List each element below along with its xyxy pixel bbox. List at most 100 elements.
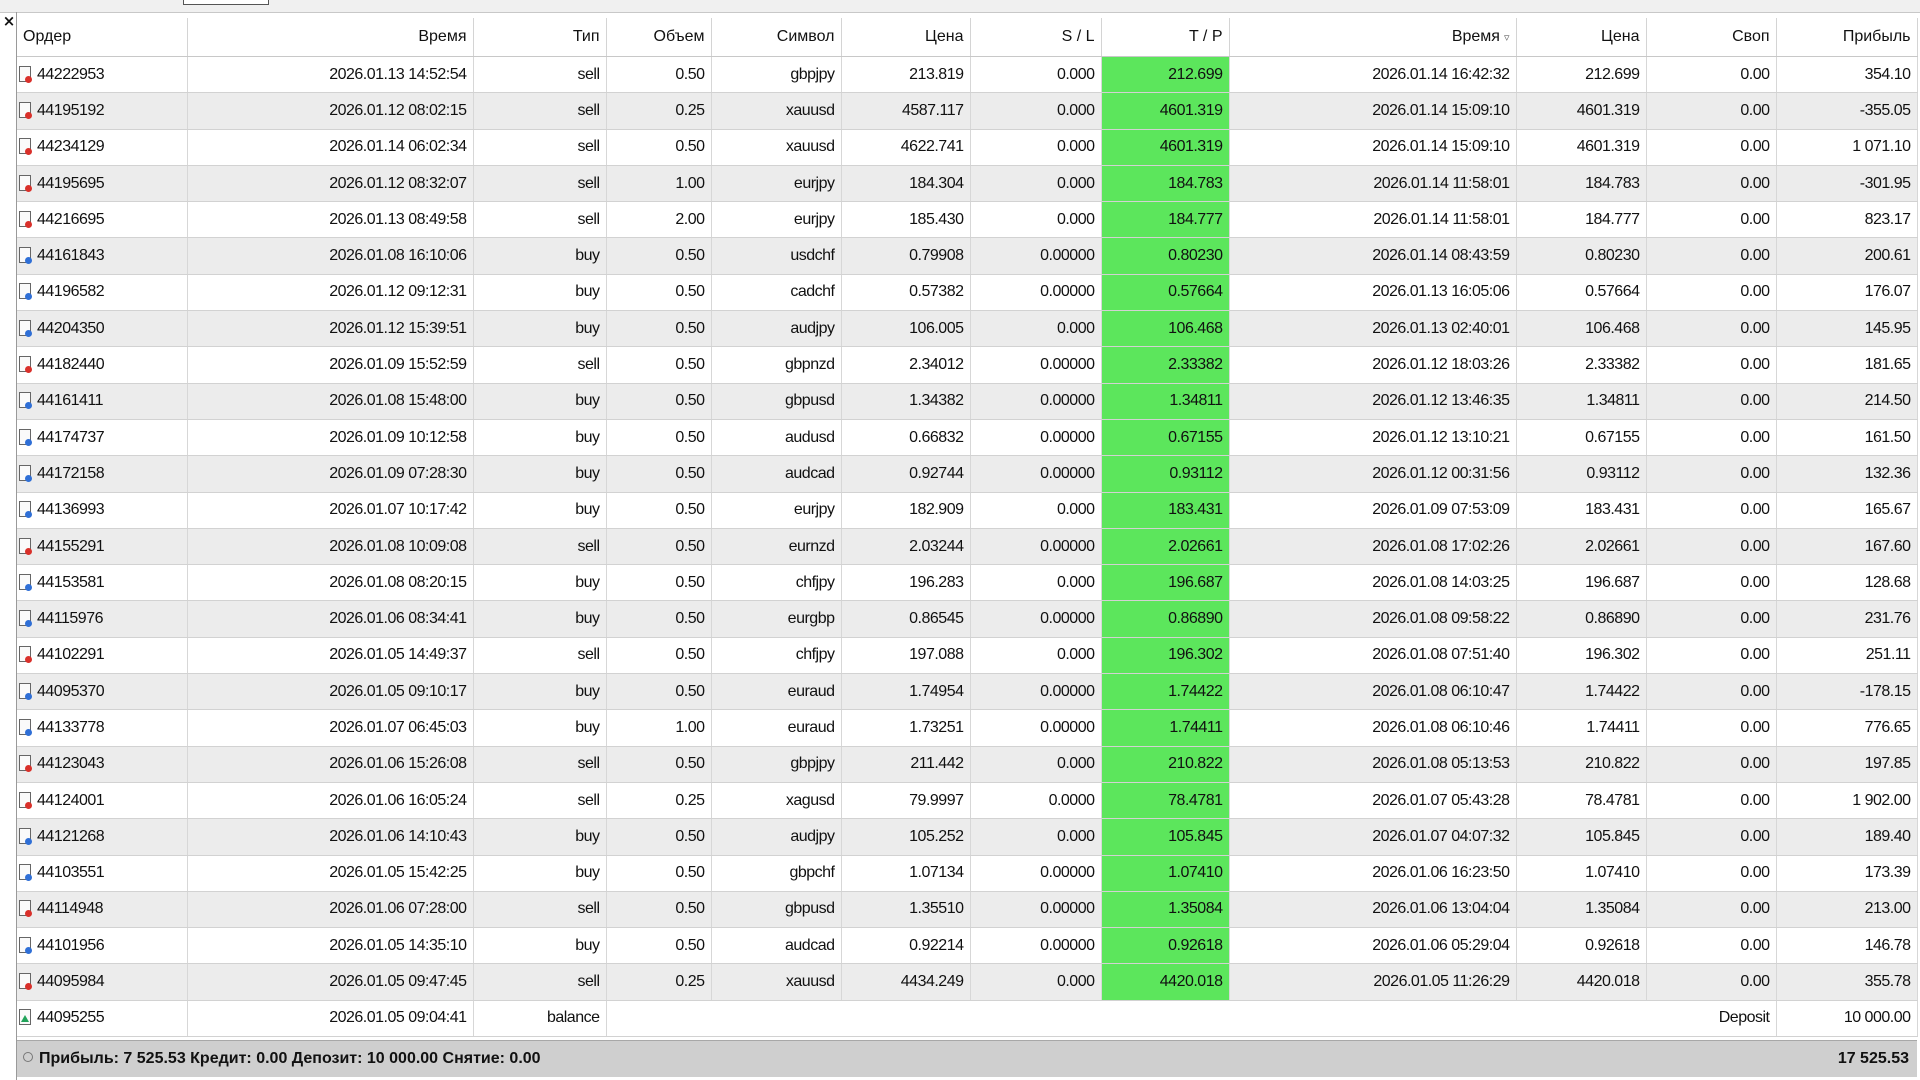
cell-type: sell [473,782,607,820]
table-row[interactable]: 44121268 2026.01.06 14:10:43 buy 0.50 audjpy… [17,818,1918,856]
cell-swap: 0.00 [1646,346,1777,384]
cell-swap: 0.00 [1646,891,1777,929]
table-row[interactable]: 44153581 2026.01.08 08:20:15 buy 0.50 chfjpy… [17,564,1918,602]
col-header-swap[interactable]: Своп [1646,18,1777,57]
cell-open-price: 0.66832 [841,419,971,457]
col-header-label: Прибыль [1842,28,1911,45]
cell-symbol: eurnzd [711,528,842,566]
cell-tp: 196.687 [1101,564,1230,602]
table-row[interactable]: 44133778 2026.01.07 06:45:03 buy 1.00 euraud… [17,709,1918,747]
cell-volume: 0.50 [606,673,712,711]
col-header-label: Время [1451,28,1500,45]
order-number: 44102291 [37,646,105,664]
col-header-order[interactable]: Ордер [17,18,188,57]
cell-close-price: 1.74411 [1516,709,1647,747]
status-total: 17 525.53 [1837,1050,1909,1067]
cell-open-time: 2026.01.13 08:49:58 [187,201,474,239]
cell-close-time: 2026.01.08 07:51:40 [1229,637,1517,675]
cell-type: buy [473,818,607,856]
table-row[interactable]: 44174737 2026.01.09 10:12:58 buy 0.50 audusd… [17,419,1918,457]
sell-order-icon [19,973,32,991]
table-row[interactable]: 44123043 2026.01.06 15:26:08 sell 0.50 gbpjp… [17,746,1918,783]
cell-swap: 0.00 [1646,855,1777,892]
col-header-type[interactable]: Тип [473,18,607,57]
cell-symbol: chfjpy [711,564,842,602]
cell-close-time: 2026.01.06 05:29:04 [1229,927,1517,965]
cell-type: buy [473,274,607,312]
cell-symbol: gbpnzd [711,346,842,384]
table-row[interactable]: 44161411 2026.01.08 15:48:00 buy 0.50 gbpusd… [17,383,1918,420]
cell-profit: 173.39 [1776,855,1918,892]
cell-sl: 0.00000 [970,419,1102,457]
history-table: Ордер Время Тип Объем Символ Цена S / L … [17,18,1918,1038]
col-header-volume[interactable]: Объем [606,18,712,57]
order-number: 44204350 [37,319,105,337]
cell-tp: 212.699 [1101,56,1230,94]
cell-sl: 0.000 [970,564,1102,602]
cell-profit: 231.76 [1776,600,1918,638]
cell-open-price: 184.304 [841,165,971,203]
cell-tp: 1.34811 [1101,383,1230,420]
table-row[interactable]: 44182440 2026.01.09 15:52:59 sell 0.50 gbpnz… [17,346,1918,384]
col-header-profit[interactable]: Прибыль [1776,18,1918,57]
cell-type: buy [473,237,607,275]
cell-tp: 1.07410 [1101,855,1230,892]
table-row[interactable]: 44136993 2026.01.07 10:17:42 buy 0.50 eurjpy… [17,492,1918,529]
cell-order: 44161843 [17,237,188,275]
col-header-open-price[interactable]: Цена [841,18,971,57]
cell-open-time: 2026.01.14 06:02:34 [187,129,474,166]
table-row[interactable]: 44196582 2026.01.12 09:12:31 buy 0.50 cadchf… [17,274,1918,312]
cell-symbol: eurjpy [711,492,842,529]
balance-row[interactable]: 44095255 2026.01.05 09:04:41 balance Dep… [17,1000,1918,1038]
col-header-open-time[interactable]: Время [187,18,474,57]
table-row[interactable]: 44095370 2026.01.05 09:10:17 buy 0.50 euraud… [17,673,1918,711]
col-header-sl[interactable]: S / L [970,18,1102,57]
cell-tp: 184.783 [1101,165,1230,203]
cell-profit: 165.67 [1776,492,1918,529]
cell-open-price: 4622.741 [841,129,971,166]
tab-stub[interactable] [183,0,269,5]
cell-comment: Deposit [606,1000,1777,1038]
table-row[interactable]: 44102291 2026.01.05 14:49:37 sell 0.50 chfjp… [17,637,1918,675]
sell-order-icon [19,210,32,228]
cell-volume: 0.50 [606,891,712,929]
table-row[interactable]: 44124001 2026.01.06 16:05:24 sell 0.25 xagus… [17,782,1918,820]
col-header-close-time[interactable]: Время ▿ [1229,18,1517,57]
table-row[interactable]: 44103551 2026.01.05 15:42:25 buy 0.50 gbpchf… [17,855,1918,892]
table-row[interactable]: 44115976 2026.01.06 08:34:41 buy 0.50 eurgbp… [17,600,1918,638]
cell-close-time: 2026.01.14 15:09:10 [1229,129,1517,166]
cell-close-price: 212.699 [1516,56,1647,94]
table-row[interactable]: 44222953 2026.01.13 14:52:54 sell 0.50 gbpjp… [17,56,1918,94]
table-row[interactable]: 44114948 2026.01.06 07:28:00 sell 0.50 gbpus… [17,891,1918,929]
cell-order: 44114948 [17,891,188,929]
table-row[interactable]: 44195695 2026.01.12 08:32:07 sell 1.00 eurjp… [17,165,1918,203]
cell-tp: 0.86890 [1101,600,1230,638]
table-row[interactable]: 44095984 2026.01.05 09:47:45 sell 0.25 xauus… [17,963,1918,1001]
table-row[interactable]: 44216695 2026.01.13 08:49:58 sell 2.00 eurjp… [17,201,1918,239]
cell-order: 44095370 [17,673,188,711]
table-row[interactable]: 44172158 2026.01.09 07:28:30 buy 0.50 audcad… [17,455,1918,493]
col-header-close-price[interactable]: Цена [1516,18,1647,57]
status-summary-text: Прибыль: 7 525.53 Кредит: 0.00 Депозит: … [39,1050,541,1067]
cell-open-time: 2026.01.06 08:34:41 [187,600,474,638]
close-icon[interactable]: × [2,12,16,34]
table-row[interactable]: 44161843 2026.01.08 16:10:06 buy 0.50 usdchf… [17,237,1918,275]
buy-order-icon [19,864,32,882]
table-row[interactable]: 44155291 2026.01.08 10:09:08 sell 0.50 eurnz… [17,528,1918,566]
col-header-tp[interactable]: T / P [1101,18,1230,57]
cell-profit: 251.11 [1776,637,1918,675]
table-row[interactable]: 44195192 2026.01.12 08:02:15 sell 0.25 xauus… [17,92,1918,130]
cell-volume: 1.00 [606,709,712,747]
cell-type: sell [473,129,607,166]
cell-swap: 0.00 [1646,927,1777,965]
cell-open-time: 2026.01.12 09:12:31 [187,274,474,312]
table-row[interactable]: 44234129 2026.01.14 06:02:34 sell 0.50 xauus… [17,129,1918,166]
col-header-symbol[interactable]: Символ [711,18,842,57]
cell-order: 44153581 [17,564,188,602]
table-row[interactable]: 44204350 2026.01.12 15:39:51 buy 0.50 audjpy… [17,310,1918,348]
table-row[interactable]: 44101956 2026.01.05 14:35:10 buy 0.50 audcad… [17,927,1918,965]
cell-type: sell [473,637,607,675]
cell-sl: 0.000 [970,492,1102,529]
cell-open-price: 2.34012 [841,346,971,384]
order-number: 44133778 [37,718,105,736]
